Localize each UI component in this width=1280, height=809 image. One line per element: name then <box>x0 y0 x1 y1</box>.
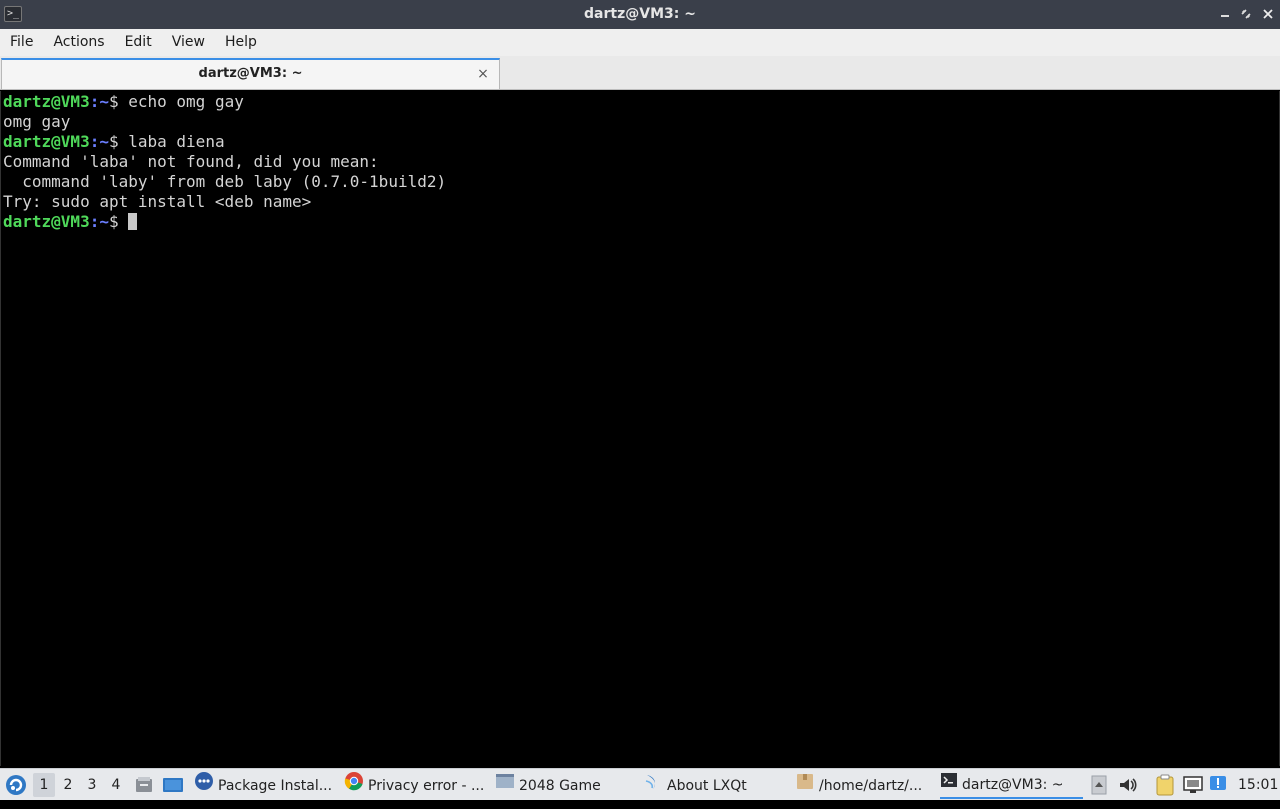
network-icon[interactable] <box>1182 775 1204 795</box>
folder-icon <box>795 771 815 799</box>
task-file-manager[interactable]: /home/dartz/... <box>795 771 931 799</box>
clock[interactable]: 15:01 <box>1238 769 1278 801</box>
tray-expand-icon[interactable] <box>1091 775 1107 795</box>
prompt-sep: : <box>89 92 100 111</box>
package-installer-icon <box>194 771 214 799</box>
menu-edit[interactable]: Edit <box>115 29 162 56</box>
close-icon[interactable] <box>1259 5 1277 23</box>
desktop-2-button[interactable]: 2 <box>57 773 79 797</box>
prompt-user: dartz@VM3 <box>3 92 90 111</box>
task-label: dartz@VM3: ~ <box>962 777 1064 793</box>
terminal-line: Command 'laba' not found, did you mean: <box>3 152 379 171</box>
clipboard-icon[interactable] <box>1155 774 1175 796</box>
taskbar: 1 2 3 4 Package Instal... Privacy error … <box>0 768 1280 800</box>
prompt-user: dartz@VM3 <box>3 212 90 231</box>
task-label: /home/dartz/... <box>819 778 923 794</box>
menu-view[interactable]: View <box>162 29 215 56</box>
desktop-1-button[interactable]: 1 <box>33 773 55 797</box>
task-privacy-error[interactable]: Privacy error - ... <box>344 771 486 799</box>
minimize-icon[interactable] <box>1216 5 1234 23</box>
chrome-icon <box>344 771 364 799</box>
terminal-line: omg gay <box>3 112 71 131</box>
task-label: 2048 Game <box>519 778 601 794</box>
command-text: echo omg gay <box>128 92 244 111</box>
terminal-line: command 'laby' from deb laby (0.7.0-1bui… <box>3 172 447 191</box>
task-package-installer[interactable]: Package Instal... <box>194 771 334 799</box>
window-titlebar[interactable]: >_ dartz@VM3: ~ <box>0 0 1280 29</box>
task-label: Privacy error - ... <box>368 778 485 794</box>
desktop-3-button[interactable]: 3 <box>81 773 103 797</box>
task-label: Package Instal... <box>218 778 333 794</box>
tab-close-icon[interactable]: × <box>475 66 491 82</box>
window-icon <box>495 771 515 799</box>
volume-icon[interactable] <box>1118 775 1138 795</box>
terminal-line: dartz@VM3:~$ <box>3 212 1279 232</box>
menu-help[interactable]: Help <box>215 29 267 56</box>
terminal-icon <box>940 771 958 797</box>
task-label: About LXQt <box>667 778 747 794</box>
maximize-icon[interactable] <box>1237 5 1255 23</box>
show-desktop-icon[interactable] <box>162 775 184 795</box>
tab-bar: dartz@VM3: ~ × <box>0 56 1280 90</box>
menu-actions[interactable]: Actions <box>43 29 114 56</box>
window-title: dartz@VM3: ~ <box>584 6 696 22</box>
menu-file[interactable]: File <box>0 29 43 56</box>
notification-icon[interactable] <box>1208 774 1228 796</box>
task-2048-game[interactable]: 2048 Game <box>495 771 635 799</box>
prompt-symbol: $ <box>108 212 129 231</box>
command-text: laba diena <box>128 132 225 151</box>
prompt-path: ~ <box>99 92 109 111</box>
start-menu-icon[interactable] <box>4 773 28 797</box>
prompt-sep: : <box>89 212 100 231</box>
menu-bar: File Actions Edit View Help <box>0 29 1280 56</box>
prompt-symbol: $ <box>108 92 129 111</box>
lxqt-icon <box>643 771 663 799</box>
file-manager-launcher-icon[interactable] <box>134 775 154 795</box>
prompt-user: dartz@VM3 <box>3 132 90 151</box>
prompt-path: ~ <box>99 212 109 231</box>
text-cursor <box>128 213 138 230</box>
prompt-sep: : <box>89 132 100 151</box>
desktop-4-button[interactable]: 4 <box>105 773 127 797</box>
tab-terminal[interactable]: dartz@VM3: ~ × <box>1 58 500 89</box>
task-about-lxqt[interactable]: About LXQt <box>643 771 789 799</box>
task-terminal[interactable]: dartz@VM3: ~ <box>940 771 1083 799</box>
terminal-line: dartz@VM3:~$ laba diena <box>3 132 1279 152</box>
terminal-output[interactable]: dartz@VM3:~$ echo omg gay omg gay dartz@… <box>0 91 1280 766</box>
tab-label: dartz@VM3: ~ <box>198 66 303 81</box>
prompt-path: ~ <box>99 132 109 151</box>
terminal-line: Try: sudo apt install <deb name> <box>3 192 312 211</box>
terminal-line: dartz@VM3:~$ echo omg gay <box>3 92 1279 112</box>
prompt-symbol: $ <box>108 132 129 151</box>
